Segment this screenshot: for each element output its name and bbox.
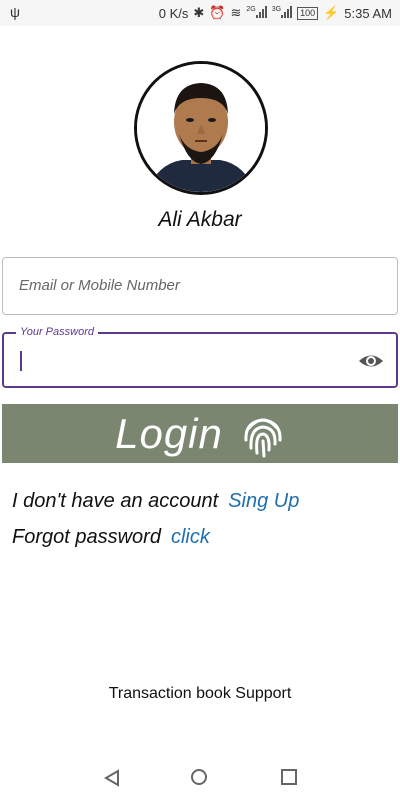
fingerprint-icon[interactable] (241, 410, 285, 458)
usb-icon: ψ (10, 4, 20, 20)
wifi-icon: ≋ (230, 5, 242, 20)
forgot-password-link[interactable]: click (171, 526, 210, 548)
forgot-row: Forgot password click (12, 526, 210, 549)
signal-icon-2: 3G (272, 5, 293, 21)
avatar (134, 61, 268, 195)
recent-apps-icon[interactable] (281, 769, 297, 785)
bluetooth-icon: ✱ (193, 5, 205, 20)
charging-icon: ⚡ (323, 5, 340, 20)
battery-icon: 100 (297, 6, 319, 20)
status-bar: ψ 0 K/s ✱ ⏰ ≋ 2G 3G 100 ⚡ 5:35 AM (0, 0, 400, 26)
forgot-password-text: Forgot password (12, 526, 161, 548)
eye-icon[interactable] (358, 349, 384, 373)
no-account-text: I don't have an account (12, 490, 219, 512)
navigation-bar (0, 755, 400, 800)
user-name: Ali Akbar (158, 208, 242, 231)
support-text: Transaction book Support (108, 685, 292, 702)
back-icon[interactable] (103, 769, 121, 787)
network-speed: 0 K/s (158, 5, 189, 21)
password-label: Your Password (16, 326, 98, 338)
clock: 5:35 AM (344, 5, 392, 21)
login-label: Login (115, 409, 223, 457)
login-button[interactable]: Login (2, 404, 398, 463)
alarm-icon: ⏰ (209, 5, 226, 20)
signup-row: I don't have an account Sing Up (12, 490, 299, 513)
text-cursor (20, 351, 22, 371)
email-placeholder: Email or Mobile Number (19, 277, 180, 294)
signal-icon-1: 2G (246, 5, 267, 21)
signup-link[interactable]: Sing Up (228, 490, 299, 512)
email-field[interactable]: Email or Mobile Number (2, 257, 398, 315)
avatar-photo (137, 64, 265, 192)
status-icons: 0 K/s ✱ ⏰ ≋ 2G 3G 100 ⚡ 5:35 AM (159, 0, 392, 26)
password-field[interactable]: Your Password (2, 326, 398, 388)
home-icon[interactable] (191, 769, 207, 785)
